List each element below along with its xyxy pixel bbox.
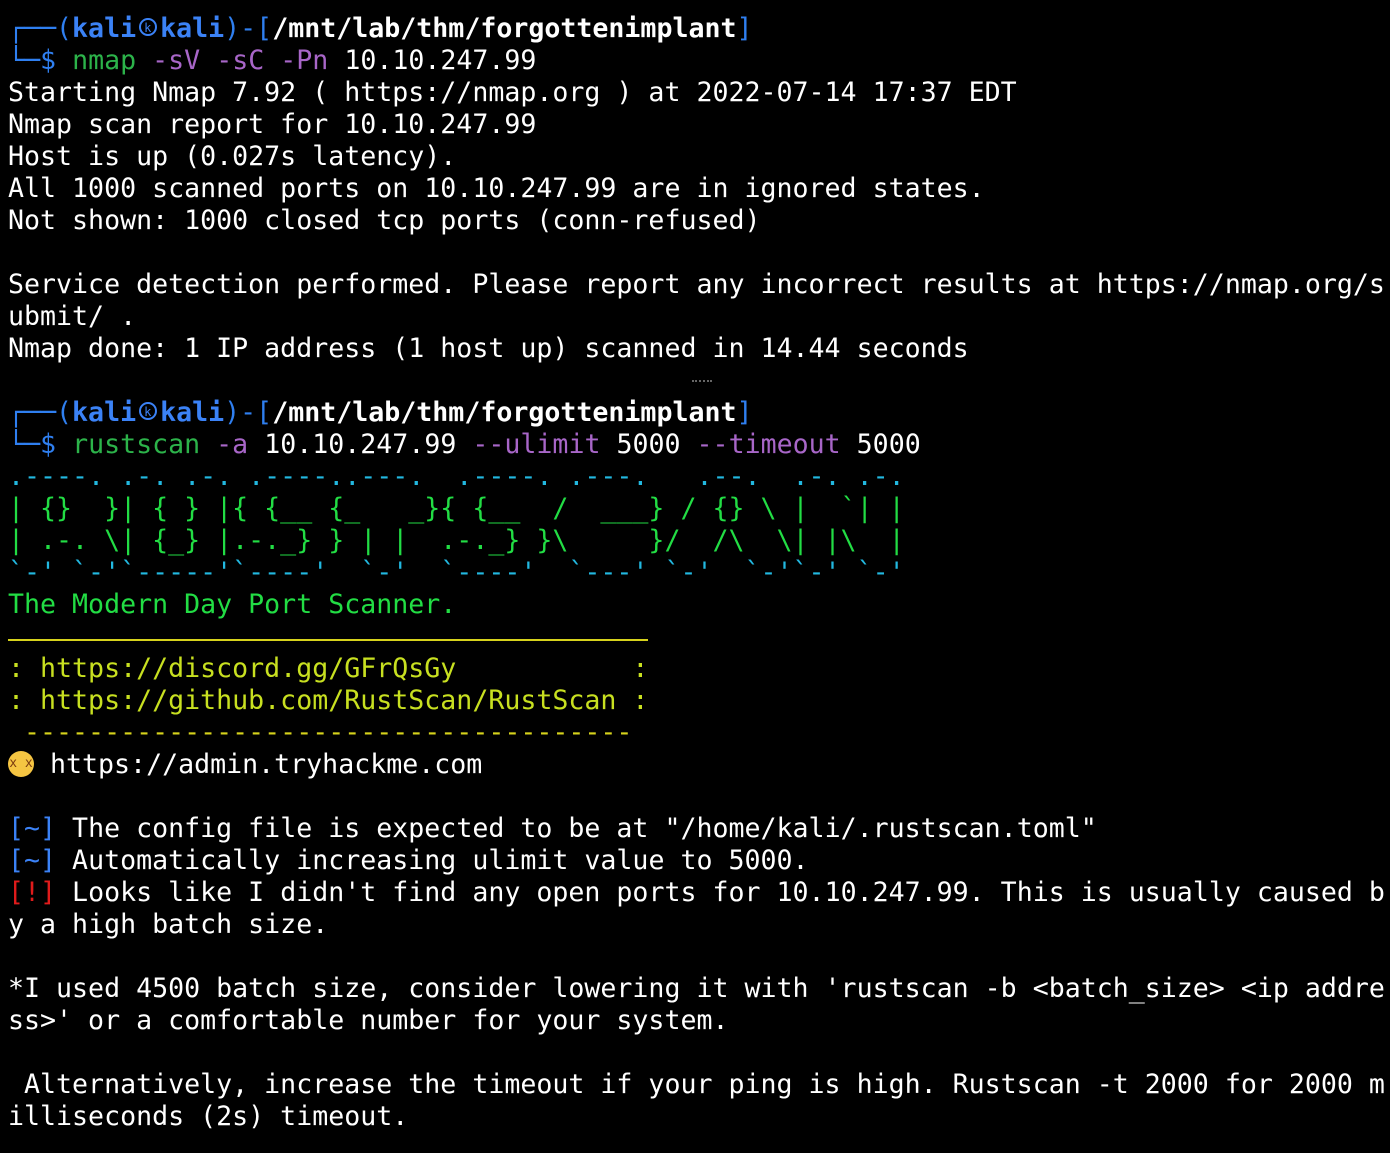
emoji-line: x x https://admin.tryhackme.com	[8, 749, 1388, 781]
output-line: Not shown: 1000 closed tcp ports (conn-r…	[8, 205, 761, 236]
output-line: Nmap done: 1 IP address (1 host up) scan…	[8, 333, 969, 364]
warning-tag: [!]	[8, 877, 57, 908]
dash-rule: --------------------------------------	[8, 717, 633, 748]
prompt-path: /mnt/lab/thm/forgottenimplant	[272, 13, 737, 44]
command-arg: 5000	[616, 429, 681, 460]
output-line: *I used 4500 batch size, consider loweri…	[8, 973, 1385, 1004]
command-flag: -Pn	[280, 45, 329, 76]
prompt-dollar: └─$	[8, 429, 57, 460]
kali-icon	[139, 397, 158, 428]
output-line: ss>' or a comfortable number for your sy…	[8, 1005, 729, 1036]
command-arg: 5000	[856, 429, 921, 460]
command-flag: -a	[216, 429, 249, 460]
message-line: [!] Looks like I didn't find any open po…	[8, 877, 1388, 909]
banner-line: | {} }| { } |{ {__ {_ _}{ {__ / ___} / {…	[8, 493, 905, 524]
prompt-line-top: ┌──(kalikali)-[/mnt/lab/thm/forgottenimp…	[8, 397, 1388, 429]
message-line: [~] Automatically increasing ulimit valu…	[8, 845, 1388, 877]
prompt-host: kali	[160, 397, 225, 428]
info-tag: [~]	[8, 813, 57, 844]
prompt-line-command: └─$ nmap -sV -sC -Pn 10.10.247.99	[8, 45, 1388, 77]
github-link-line: : https://github.com/RustScan/RustScan :	[8, 685, 649, 716]
banner-line: `-' `-'`-----'`----' `-' `----' `---' `-…	[8, 557, 905, 588]
prompt-dollar: └─$	[8, 45, 57, 76]
tagline: The Modern Day Port Scanner.	[8, 589, 457, 620]
terminal-output[interactable]: ┌──(kalikali)-[/mnt/lab/thm/forgottenimp…	[8, 13, 1388, 1133]
prompt-separator: )-[	[224, 397, 273, 428]
message-text: Automatically increasing ulimit value to…	[56, 845, 809, 876]
rustscan-banner: .----. .-. .-. .----..---. .----. .---. …	[8, 461, 1388, 589]
output-line: Service detection performed. Please repo…	[8, 269, 1385, 300]
admin-url: https://admin.tryhackme.com	[50, 749, 483, 780]
command-arg: 10.10.247.99	[344, 45, 537, 76]
output-line: Alternatively, increase the timeout if y…	[8, 1069, 1385, 1100]
pane-resize-handle[interactable]	[692, 380, 712, 386]
prompt-frame: ┌──(	[8, 13, 73, 44]
command-flag: --timeout	[696, 429, 841, 460]
message-text: Looks like I didn't find any open ports …	[56, 877, 1385, 908]
output-line: illiseconds (2s) timeout.	[8, 1101, 409, 1132]
output-line: Nmap scan report for 10.10.247.99	[8, 109, 537, 140]
command-flag: -sV	[152, 45, 201, 76]
dizzy-face-icon: x x	[8, 750, 34, 777]
info-tag: [~]	[8, 845, 57, 876]
divider-rule	[8, 621, 1388, 653]
prompt-frame: ┌──(	[8, 397, 73, 428]
prompt-close: ]	[736, 397, 753, 428]
prompt-path: /mnt/lab/thm/forgottenimplant	[272, 397, 737, 428]
output-line: Host is up (0.027s latency).	[8, 141, 457, 172]
output-line: Starting Nmap 7.92 ( https://nmap.org ) …	[8, 77, 1017, 108]
nmap-output: Starting Nmap 7.92 ( https://nmap.org ) …	[8, 77, 1388, 365]
command-arg: 10.10.247.99	[264, 429, 457, 460]
command-flag: --ulimit	[472, 429, 601, 460]
banner-line: | .-. \| {_} |.-._} } | | .-._} }\ }/ /\…	[8, 525, 905, 556]
prompt-line-top: ┌──(kalikali)-[/mnt/lab/thm/forgottenimp…	[8, 13, 1388, 45]
prompt-close: ]	[736, 13, 753, 44]
prompt-separator: )-[	[224, 13, 273, 44]
prompt-line-command: └─$ rustscan -a 10.10.247.99 --ulimit 50…	[8, 429, 1388, 461]
message-text: The config file is expected to be at "/h…	[56, 813, 1097, 844]
discord-link-line: : https://discord.gg/GFrQsGy :	[8, 653, 649, 684]
message-continuation: y a high batch size.	[8, 909, 329, 940]
output-line: ubmit/ .	[8, 301, 137, 332]
output-line: All 1000 scanned ports on 10.10.247.99 a…	[8, 173, 985, 204]
command-name: rustscan	[72, 429, 201, 460]
command-flag: -sC	[216, 45, 265, 76]
banner-line: .----. .-. .-. .----..---. .----. .---. …	[8, 461, 905, 492]
prompt-user: kali	[72, 13, 137, 44]
prompt-user: kali	[72, 397, 137, 428]
prompt-host: kali	[160, 13, 225, 44]
command-name: nmap	[72, 45, 137, 76]
message-line: [~] The config file is expected to be at…	[8, 813, 1388, 845]
kali-icon	[139, 13, 158, 44]
